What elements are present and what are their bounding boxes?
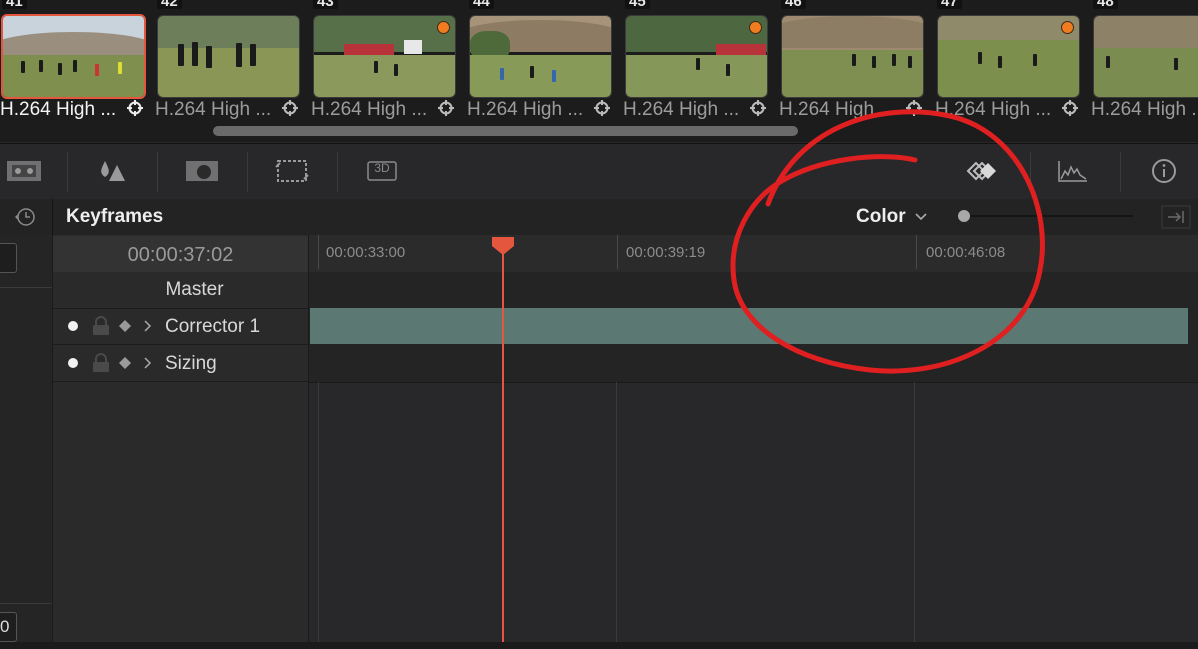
clip-number: 46: [781, 0, 806, 9]
3d-icon[interactable]: 3D: [362, 156, 402, 186]
flag-dot: [437, 21, 450, 34]
playhead-handle[interactable]: [491, 236, 515, 256]
clip-image: [1093, 15, 1198, 98]
clip-thumbnail[interactable]: 43 H.264 High ...: [311, 0, 457, 140]
gutter-box: [0, 243, 17, 273]
clip-number: 45: [625, 0, 650, 9]
window-mask-icon[interactable]: [182, 156, 222, 186]
clip-thumbnail[interactable]: 41 H.264 High ...: [0, 0, 146, 140]
current-timecode: 00:00:37:02: [53, 236, 308, 272]
gutter-counter: 0: [0, 612, 17, 642]
track-label: Corrector 1: [165, 316, 261, 337]
clip-number: 41: [2, 0, 27, 9]
crosshair-icon[interactable]: [282, 100, 298, 116]
ruler-timecode: 00:00:33:00: [326, 244, 406, 261]
bottom-edge: [0, 642, 1198, 649]
3d-label: 3D: [374, 161, 390, 175]
lock-icon[interactable]: [91, 316, 111, 336]
clip-image: [469, 15, 612, 98]
clip-number: 48: [1093, 0, 1118, 9]
info-icon[interactable]: [1144, 156, 1184, 186]
clip-image: [1, 14, 146, 99]
track-label: Master: [165, 279, 224, 300]
clip-codec-label: H.264 High ...: [1091, 99, 1198, 120]
color-drops-icon[interactable]: [92, 156, 132, 186]
playhead[interactable]: [502, 242, 504, 642]
crosshair-icon[interactable]: [127, 100, 143, 116]
transform-icon[interactable]: [272, 156, 312, 186]
lock-icon[interactable]: [91, 353, 111, 373]
clip-codec-label: H.264 High ...: [467, 99, 584, 120]
keyframe-diamond-icon[interactable]: [118, 319, 132, 333]
clip-image: [937, 15, 1080, 98]
flag-dot: [749, 21, 762, 34]
expand-panel-icon[interactable]: [1160, 204, 1192, 230]
enable-dot-icon[interactable]: [68, 358, 78, 368]
crosshair-icon[interactable]: [594, 100, 610, 116]
ruler-timecode: 00:00:39:19: [626, 244, 706, 261]
left-gutter: 0: [0, 235, 53, 649]
clip-image: [157, 15, 300, 98]
clip-image: [781, 15, 924, 98]
track-label: Sizing: [165, 353, 217, 374]
track-row-sizing[interactable]: Sizing: [53, 345, 308, 382]
clip-image: [313, 15, 456, 98]
annotation-circle: [730, 109, 1045, 374]
clip-codec-label: H.264 High ...: [311, 99, 428, 120]
crosshair-icon[interactable]: [438, 100, 454, 116]
track-row-corrector-1[interactable]: Corrector 1: [53, 308, 308, 345]
flag-dot: [1061, 21, 1074, 34]
enable-dot-icon[interactable]: [68, 321, 78, 331]
clip-number: 47: [937, 0, 962, 9]
clip-thumbnail[interactable]: 44 H.264 High ...: [467, 0, 613, 140]
clip-number: 42: [157, 0, 182, 9]
keyframes-title: Keyframes: [66, 206, 164, 227]
reset-history-icon[interactable]: [12, 206, 38, 228]
viewer-layout-icon[interactable]: [4, 156, 44, 186]
clip-number: 44: [469, 0, 494, 9]
clip-codec-label: H.264 High ...: [155, 99, 272, 120]
keyframe-diamond-icon[interactable]: [118, 356, 132, 370]
clip-number: 43: [313, 0, 338, 9]
track-row-master[interactable]: Master: [53, 272, 308, 309]
chevron-right-icon[interactable]: [143, 319, 153, 333]
chevron-right-icon[interactable]: [143, 356, 153, 370]
clip-image: [625, 15, 768, 98]
clip-codec-label: H.264 High ...: [0, 99, 117, 120]
clip-thumbnail[interactable]: 48 H.264 High ...: [1091, 0, 1198, 140]
clip-thumbnail[interactable]: 42 H.264 High ...: [155, 0, 301, 140]
